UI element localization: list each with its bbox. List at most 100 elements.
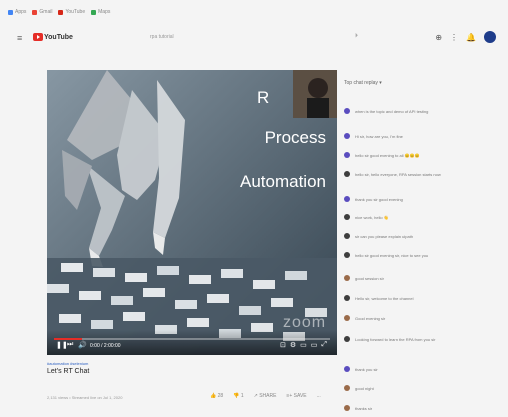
chat-message-text: Hello sir, welcome to the channel [355,295,414,301]
bookmarks-bar: Apps Gmail YouTube Maps [8,6,110,18]
chat-message: Looking forward to learn the RPA from yo… [344,336,470,342]
chat-message-text: good session sir [355,275,384,281]
video-player[interactable]: R Process Automation zoom ❚❚ ⏭ 🔊 0:00 / … [47,70,337,355]
avatar [344,275,350,281]
maps-icon [91,9,97,15]
header-icons: ⊕ ⋮ 🔔 [435,31,496,43]
chat-message: Good evening sir [344,315,470,321]
bookmark-label: Maps [98,9,111,15]
chat-message-text: thanks sir [355,405,373,411]
search-input[interactable]: rpa tutorial [150,34,174,40]
progress-bar[interactable] [54,338,330,340]
chat-message-text: thank you sir [355,366,378,372]
chat-message: Hello sir, welcome to the channel [344,295,470,301]
chat-message: good night [344,385,470,391]
theater-icon[interactable]: ▭ [311,341,318,349]
bookmark-label: YouTube [65,9,86,15]
chat-message-text: hello sir good evening to all 😊😊😊 [355,152,420,158]
avatar [344,108,350,114]
time-display: 0:00 / 2:00:00 [90,343,121,349]
chat-message-text: thank you sir good evening [355,196,403,202]
youtube-logo[interactable]: YouTube [33,33,73,41]
chat-message: nice work, hello 👋 [344,214,470,220]
chat-message: hello sir good evening sir, nice to see … [344,252,470,258]
chat-message: thank you sir good evening [344,196,470,202]
chat-message-text: Looking forward to learn the RPA from yo… [355,336,436,342]
apps-grid-icon[interactable]: ⋮ [450,33,458,42]
chat-message-text: Hi sir, how are you, I'm fine [355,133,403,139]
view-count: 2,131 views • Streamed live on Jul 1, 20… [47,395,123,400]
gmail-icon [32,9,38,15]
chat-message-text: hello sir, hello everyone, RPA session s… [355,171,441,177]
avatar [344,366,350,372]
right-controls: ⊡ ⚙ ▭ ▭ ⤢ [280,341,327,349]
avatar [344,171,350,177]
bookmark-label: Gmail [39,9,53,15]
video-meta: #automation #selenium Let's RT Chat [47,361,89,375]
miniplayer-icon[interactable]: ▭ [300,341,307,349]
bookmark-maps[interactable]: Maps [91,9,110,15]
avatar [344,152,350,158]
avatar [344,295,350,301]
hashtags[interactable]: #automation #selenium [47,361,89,366]
bookmark-youtube[interactable]: YouTube [58,9,85,15]
avatar [344,133,350,139]
next-button[interactable]: ⏭ [67,341,73,349]
menu-button[interactable]: ≡ [17,33,22,43]
webcam-overlay [293,70,337,118]
chat-message: thank you sir [344,366,470,372]
chat-message-text: nice work, hello 👋 [355,214,389,220]
chat-message: good session sir [344,275,470,281]
play-icon [33,33,43,41]
settings-icon[interactable]: ⚙ [290,341,296,349]
captions-icon[interactable]: ⊡ [280,341,286,349]
chat-header[interactable]: Top chat replay ▾ [344,80,382,86]
avatar [344,336,350,342]
like-count: 28 [217,393,224,399]
voice-search-icon[interactable]: ⏵ [355,33,358,40]
bookmark-gmail[interactable]: Gmail [32,9,52,15]
top-bar: ≡ YouTube rpa tutorial ⏵ ⊕ ⋮ 🔔 [0,28,508,50]
slide-title-line-1: R [257,88,270,107]
avatar [344,214,350,220]
video-title: Let's RT Chat [47,368,90,375]
chat-message: sir can you please explain uipath [344,233,470,239]
avatar[interactable] [484,31,496,43]
like-button[interactable]: 👍 28 [210,393,223,399]
slide-title-line-3: Automation [240,172,326,191]
notifications-icon[interactable]: 🔔 [466,33,476,42]
progress-fill [54,338,82,340]
fullscreen-icon[interactable]: ⤢ [321,341,327,349]
dislike-count: 1 [240,393,244,399]
bookmark-apps[interactable]: Apps [8,9,26,15]
avatar [344,233,350,239]
video-controls: ❚❚ ⏭ 🔊 0:00 / 2:00:00 ⊡ ⚙ ▭ ▭ ⤢ [47,330,337,355]
chat-message-text: hello sir good evening sir, nice to see … [355,252,429,258]
chat-message-text: good night [355,385,374,391]
dislike-button[interactable]: 👎 1 [233,393,243,399]
save-label: SAVE [293,393,307,399]
volume-icon[interactable]: 🔊 [78,341,87,349]
avatar [344,196,350,202]
chat-message: when is the topic and demo of API testin… [344,108,470,114]
avatar [344,315,350,321]
chat-message: thanks sir [344,405,470,411]
create-icon[interactable]: ⊕ [435,33,442,42]
save-button[interactable]: ≡+ SAVE [286,393,306,399]
avatar [344,385,350,391]
chat-message: hello sir good evening to all 😊😊😊 [344,152,470,158]
slide-title-line-2: Process [264,128,326,147]
share-button[interactable]: ↗ SHARE [254,393,277,399]
share-label: SHARE [259,393,277,399]
brand-label: YouTube [44,33,73,41]
apps-icon [8,9,13,15]
chat-message-text: when is the topic and demo of API testin… [355,108,429,114]
chat-message: hello sir, hello everyone, RPA session s… [344,171,470,177]
more-button[interactable]: ... [317,393,321,399]
video-actions: 👍 28 👎 1 ↗ SHARE ≡+ SAVE ... [210,393,321,399]
chat-message-text: Good evening sir [355,315,386,321]
pause-button[interactable]: ❚❚ [56,341,68,349]
chat-message-text: sir can you please explain uipath [355,233,414,239]
avatar [344,252,350,258]
youtube-icon [58,9,64,15]
